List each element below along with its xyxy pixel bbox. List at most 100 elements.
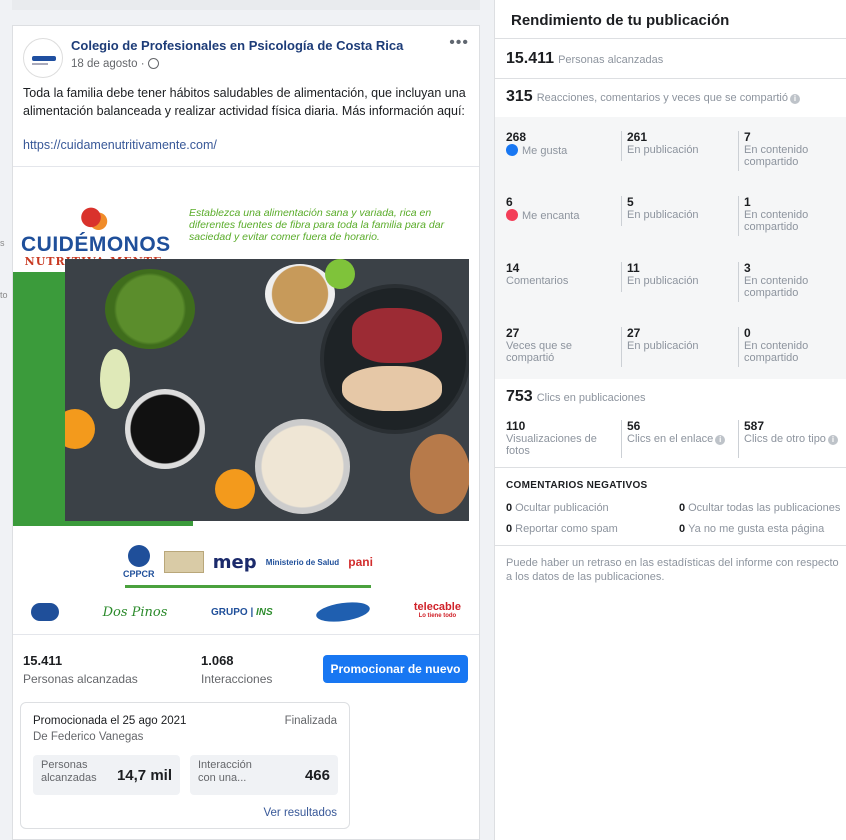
loves-shared-cell: 1 En contenido compartido xyxy=(744,196,834,233)
see-results-link[interactable]: Ver resultados xyxy=(263,807,337,819)
clicks-label: Clics en publicaciones xyxy=(536,392,646,404)
left-edge-text: s xyxy=(0,238,5,248)
promo-reach-label: Personas alcanzadas xyxy=(41,759,97,784)
eggs-illustration xyxy=(410,434,469,514)
reach-value: 15.411 xyxy=(23,653,63,668)
zucchini-illustration xyxy=(100,349,130,409)
ins-label: INS xyxy=(256,606,273,618)
lime-illustration xyxy=(325,259,355,289)
negative-report-spam: 0 Reportar como spam xyxy=(506,523,618,535)
divider xyxy=(738,327,739,367)
divider xyxy=(738,196,739,236)
promo-reach-box: Personas alcanzadas 14,7 mil xyxy=(33,755,180,795)
divider xyxy=(621,262,622,292)
likes-shared-label: En contenido compartido xyxy=(744,144,809,168)
shares-shared-value: 0 xyxy=(744,326,751,340)
brand-logo xyxy=(315,599,372,625)
negative-hide-post: 0 Ocultar publicación xyxy=(506,502,609,514)
engagement-value: 315 xyxy=(506,88,533,105)
divider xyxy=(738,131,739,171)
green-bar xyxy=(13,272,65,520)
like-icon xyxy=(506,144,518,156)
negative-value: 0 xyxy=(679,523,686,535)
reached-value: 15.411 xyxy=(506,50,555,67)
comments-total: 14 xyxy=(506,261,520,275)
info-icon[interactable]: i xyxy=(715,435,726,445)
mep-logo: mep xyxy=(212,551,257,573)
telecable-sub: Lo tiene todo xyxy=(418,613,457,619)
loves-post-value: 5 xyxy=(627,195,634,209)
loves-shared-value: 1 xyxy=(744,195,751,209)
divider xyxy=(495,78,846,79)
loves-post-label: En publicación xyxy=(627,209,699,221)
interactions-value: 1.068 xyxy=(201,653,234,668)
reached-label: Personas alcanzadas xyxy=(558,54,664,66)
divider xyxy=(495,467,846,468)
post-header: Colegio de Profesionales en Psicología d… xyxy=(23,34,469,78)
likes-cell: 268 Me gusta xyxy=(506,131,567,157)
likes-label: Me gusta xyxy=(522,145,568,157)
banner-text: Establezca una alimentación sana y varia… xyxy=(189,207,445,243)
logo-title: CUIDÉMONOS xyxy=(21,233,171,256)
orange-illustration xyxy=(215,469,255,509)
photo-views-value: 110 xyxy=(506,419,526,433)
promo-title: Promocionada el 25 ago 2021 xyxy=(33,715,187,727)
divider xyxy=(738,420,739,458)
clicks-stat: 753 Clics en publicaciones xyxy=(506,388,646,406)
fruit-icon xyxy=(78,207,109,233)
comments-cell: 14 Comentarios xyxy=(506,262,568,287)
link-clicks-value: 56 xyxy=(627,419,641,433)
love-icon xyxy=(506,209,518,221)
promo-author: De Federico Vanegas xyxy=(33,731,144,743)
other-clicks-cell: 587 Clics de otro tipo i xyxy=(744,420,838,445)
comments-post-value: 11 xyxy=(627,261,640,275)
other-clicks-value: 587 xyxy=(744,419,765,433)
salud-logo: Ministerio de Salud xyxy=(265,557,340,567)
info-icon[interactable]: i xyxy=(790,94,800,104)
interactions-label: Interacciones xyxy=(201,672,273,686)
post-date[interactable]: 18 de agosto · xyxy=(71,58,159,70)
grupo-label: GRUPO | xyxy=(211,606,254,618)
left-edge-text: to xyxy=(0,290,8,300)
info-icon[interactable]: i xyxy=(827,435,838,445)
more-options-button[interactable]: ••• xyxy=(449,34,469,52)
performance-title: Rendimiento de tu publicación xyxy=(511,12,730,29)
post-stats: 15.411 Personas alcanzadas 1.068 Interac… xyxy=(13,634,479,698)
post-image[interactable]: CUIDÉMONOS NUTRITIVA·MENTE Establezca un… xyxy=(13,166,479,634)
post-link[interactable]: https://cuidamenutritivamente.com/ xyxy=(23,138,217,152)
promotion-card: Promocionada el 25 ago 2021 Finalizada D… xyxy=(20,702,350,829)
promo-reach-value: 14,7 mil xyxy=(116,767,172,784)
grupo-ins-logo: GRUPO | INS xyxy=(211,607,273,618)
cppcr-label: CPPCR xyxy=(123,569,155,579)
promote-again-button[interactable]: Promocionar de nuevo xyxy=(323,655,468,683)
post-date-text[interactable]: 18 de agosto · xyxy=(71,58,145,70)
divider xyxy=(738,262,739,302)
negative-value: 0 xyxy=(679,502,686,514)
shares-total: 27 xyxy=(506,326,520,340)
shares-shared-cell: 0 En contenido compartido xyxy=(744,327,834,364)
comments-label: Comentarios xyxy=(506,275,569,287)
engagement-label: Reacciones, comentarios y veces que se c… xyxy=(536,92,788,104)
sponsor-logos-row2: Dos Pinos GRUPO | INS telecable Lo tiene … xyxy=(31,597,461,627)
performance-panel: Rendimiento de tu publicación 15.411 Pers… xyxy=(494,0,846,840)
negative-comments-title: COMENTARIOS NEGATIVOS xyxy=(506,480,648,491)
avatar[interactable] xyxy=(23,38,63,78)
loves-cell: 6 Me encanta xyxy=(506,196,579,222)
comments-shared-value: 3 xyxy=(744,261,751,275)
telecable-logo: telecable Lo tiene todo xyxy=(414,602,461,621)
negative-unlike-page: 0 Ya no me gusta esta página xyxy=(679,523,824,535)
green-divider xyxy=(125,585,371,588)
comments-post-cell: 11 En publicación xyxy=(627,262,699,287)
promo-interaction-box: Interacción con una... 466 xyxy=(190,755,338,795)
shares-cell: 27 Veces que se compartió xyxy=(506,327,611,364)
top-strip xyxy=(12,0,480,10)
negative-label: Ya no me gusta esta página xyxy=(688,523,825,535)
divider xyxy=(495,545,846,546)
nutrition-logo xyxy=(163,551,204,573)
likes-shared-cell: 7 En contenido compartido xyxy=(744,131,834,168)
loves-shared-label: En contenido compartido xyxy=(744,209,809,233)
negative-hide-all: 0 Ocultar todas las publicaciones xyxy=(679,502,840,514)
page-name[interactable]: Colegio de Profesionales en Psicología d… xyxy=(71,38,403,53)
post-card: Colegio de Profesionales en Psicología d… xyxy=(12,25,480,840)
link-clicks-cell: 56 Clics en el enlace i xyxy=(627,419,726,445)
